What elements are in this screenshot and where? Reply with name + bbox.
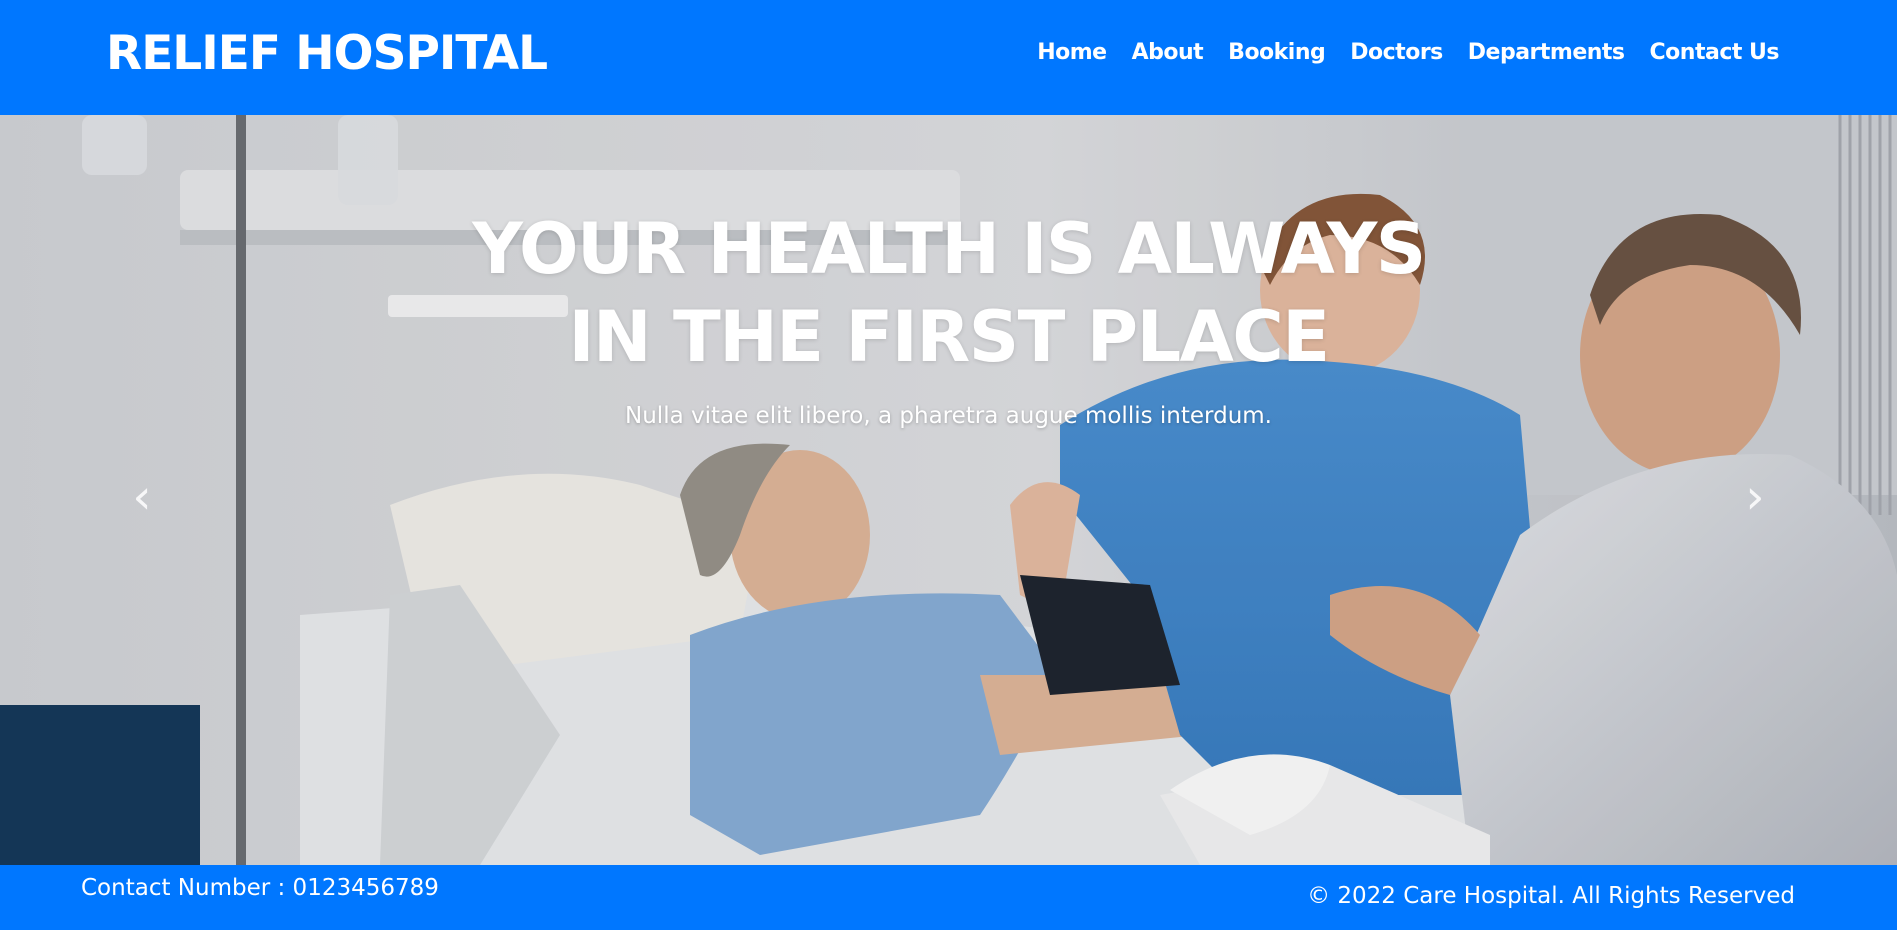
hero-subtitle: Nulla vitae elit libero, a pharetra augu… <box>625 403 1272 429</box>
footer: Contact Number : 0123456789 © 2022 Care … <box>0 865 1897 930</box>
hero-caption: YOUR HEALTH IS ALWAYS IN THE FIRST PLACE… <box>0 205 1897 429</box>
hero-title-line-1: YOUR HEALTH IS ALWAYS <box>472 208 1426 290</box>
nav-doctors[interactable]: Doctors <box>1350 40 1443 65</box>
nav-contact-us[interactable]: Contact Us <box>1650 40 1780 65</box>
nav-about[interactable]: About <box>1132 40 1204 65</box>
chevron-right-icon[interactable]: › <box>1735 467 1775 527</box>
chevron-left-icon[interactable]: ‹ <box>122 467 162 527</box>
nav-departments[interactable]: Departments <box>1468 40 1625 65</box>
main-nav: Home About Booking Doctors Departments C… <box>1037 40 1779 65</box>
hero-carousel: YOUR HEALTH IS ALWAYS IN THE FIRST PLACE… <box>0 115 1897 865</box>
nav-home[interactable]: Home <box>1037 40 1107 65</box>
nav-booking[interactable]: Booking <box>1228 40 1326 65</box>
navbar: RELIEF HOSPITAL Home About Booking Docto… <box>0 0 1897 115</box>
contact-number: Contact Number : 0123456789 <box>81 875 439 901</box>
copyright-text: © 2022 Care Hospital. All Rights Reserve… <box>1307 883 1795 909</box>
hero-title: YOUR HEALTH IS ALWAYS IN THE FIRST PLACE <box>0 205 1897 381</box>
brand-logo-link[interactable]: RELIEF HOSPITAL <box>106 26 548 81</box>
hero-title-line-2: IN THE FIRST PLACE <box>568 296 1330 378</box>
